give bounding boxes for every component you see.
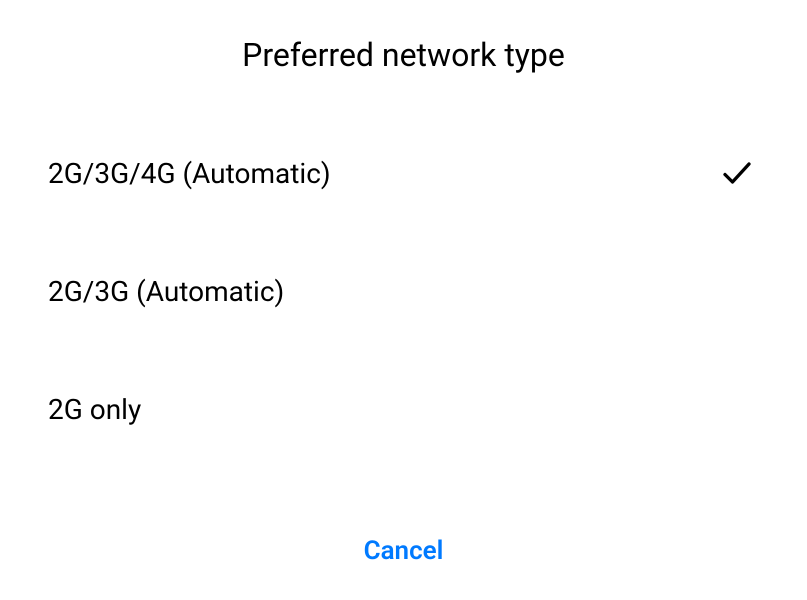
option-2g-3g-4g-automatic[interactable]: 2G/3G/4G (Automatic) (0, 114, 807, 232)
options-list: 2G/3G/4G (Automatic) 2G/3G (Automatic) 2… (0, 114, 807, 508)
check-icon (719, 155, 755, 191)
option-label: 2G only (48, 393, 141, 426)
dialog-title: Preferred network type (0, 0, 807, 114)
option-label: 2G/3G (Automatic) (48, 275, 284, 308)
option-2g-3g-automatic[interactable]: 2G/3G (Automatic) (0, 232, 807, 350)
network-type-dialog: Preferred network type 2G/3G/4G (Automat… (0, 0, 807, 600)
option-2g-only[interactable]: 2G only (0, 350, 807, 468)
cancel-button[interactable]: Cancel (0, 508, 807, 600)
option-label: 2G/3G/4G (Automatic) (48, 157, 331, 190)
